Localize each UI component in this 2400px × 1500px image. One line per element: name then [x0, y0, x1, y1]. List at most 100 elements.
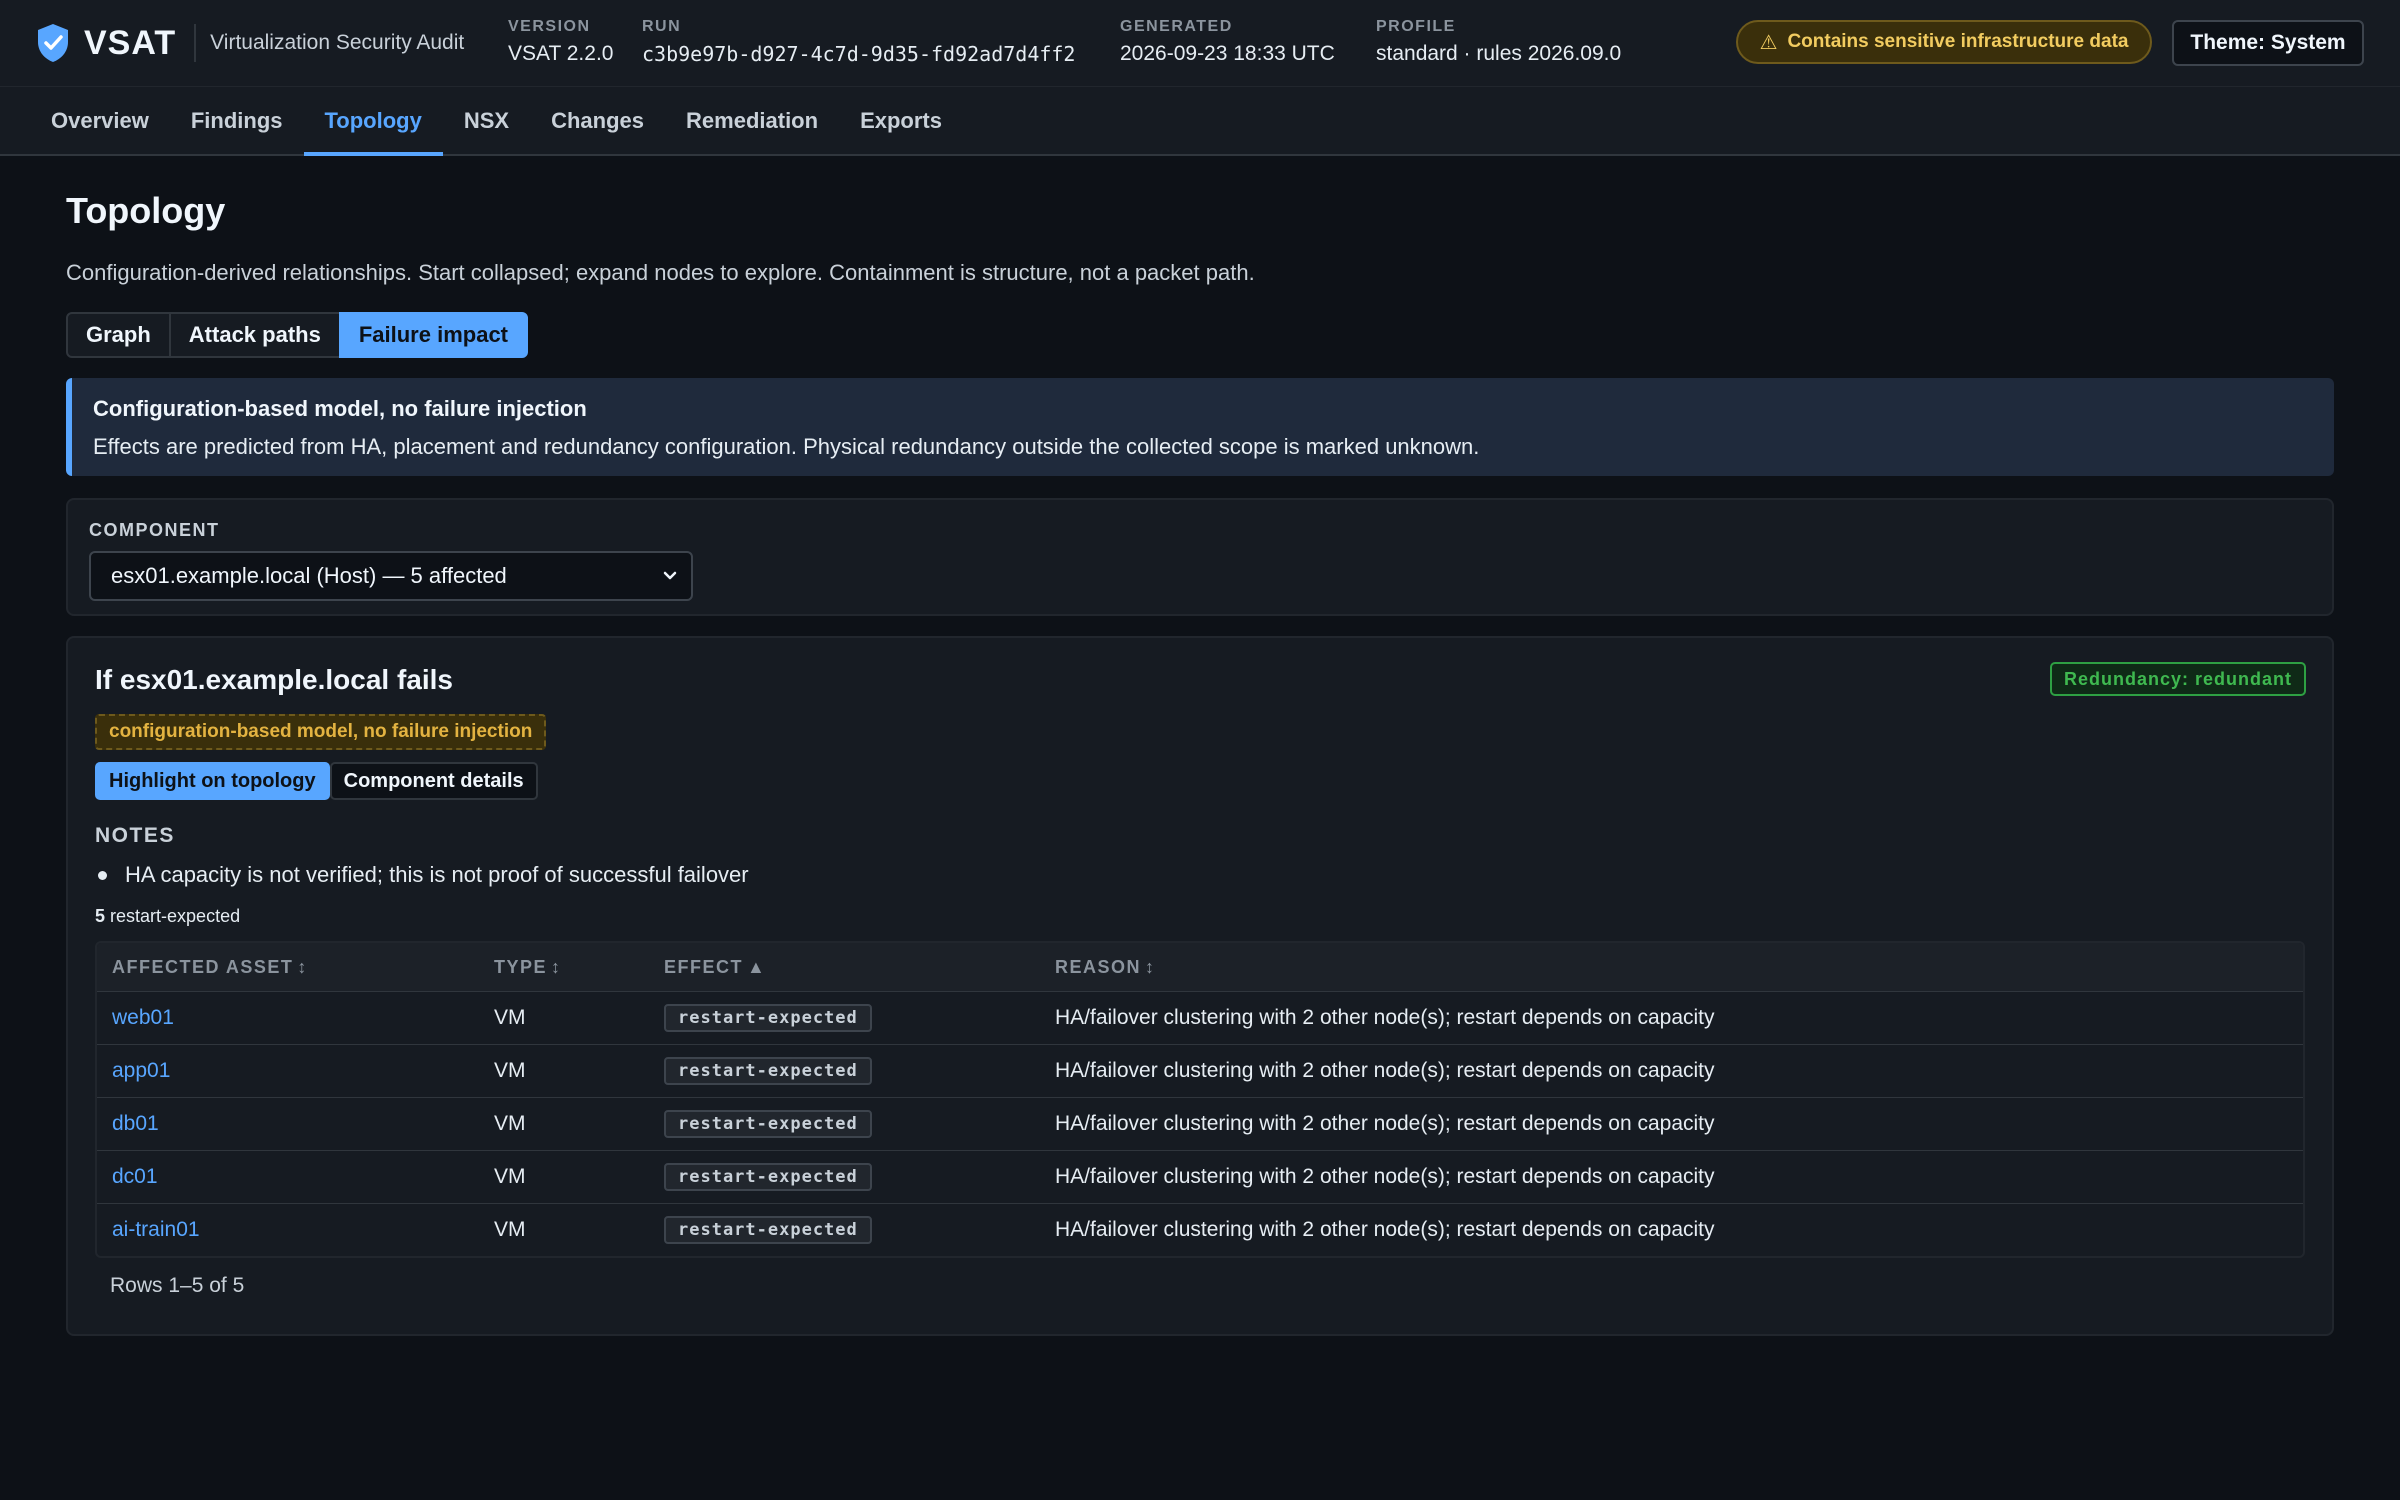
note-item: HA capacity is not verified; this is not…: [95, 862, 2305, 888]
page-title: Topology: [66, 190, 226, 231]
tab-topology[interactable]: Topology: [303, 87, 444, 156]
asset-type: VM: [494, 1112, 526, 1135]
reason-text: HA/failover clustering with 2 other node…: [1055, 1059, 1715, 1082]
table-header-row: AFFECTED ASSET ↕ TYPE ↕ EFFECT ▲ REASON ↕: [97, 943, 2303, 991]
brand-name: VSAT: [84, 23, 177, 62]
col-affected-asset-header[interactable]: AFFECTED ASSET ↕: [97, 957, 479, 978]
meta-generated-label: GENERATED: [1120, 18, 1233, 35]
result-actions: Highlight on topology Component details: [95, 762, 2305, 800]
app-header: VSAT Virtualization Security Audit VERSI…: [0, 0, 2400, 86]
affected-count-number: 5: [95, 906, 106, 926]
tab-exports[interactable]: Exports: [839, 87, 963, 154]
table-row: app01 VM restart-expected HA/failover cl…: [97, 1044, 2303, 1097]
asset-type: VM: [494, 1006, 526, 1029]
warning-triangle-icon: ⚠: [1759, 31, 1778, 54]
affected-count: 5 restart-expected: [95, 906, 2305, 927]
reason-text: HA/failover clustering with 2 other node…: [1055, 1112, 1715, 1135]
component-details-button[interactable]: Component details: [329, 762, 538, 800]
affected-count-text: restart-expected: [110, 906, 241, 926]
table-pagination-text: Rows 1–5 of 5: [110, 1274, 245, 1297]
sensitive-data-warning: ⚠ Contains sensitive infrastructure data: [1736, 20, 2152, 64]
effect-badge: restart-expected: [664, 1004, 872, 1032]
sensitive-data-warning-text: Contains sensitive infrastructure data: [1787, 31, 2129, 52]
view-failure-impact-button[interactable]: Failure impact: [338, 312, 528, 358]
highlight-on-topology-button[interactable]: Highlight on topology: [95, 762, 330, 800]
brand[interactable]: VSAT Virtualization Security Audit: [36, 23, 464, 63]
asset-link[interactable]: db01: [112, 1112, 159, 1135]
tab-nsx[interactable]: NSX: [443, 87, 530, 154]
effect-badge: restart-expected: [664, 1110, 872, 1138]
component-select[interactable]: esx01.example.local (Host) — 5 affected: [89, 551, 693, 601]
meta-run-value: c3b9e97b-d927-4c7d-9d35-fd92ad7d4ff2: [642, 42, 1076, 66]
asset-link[interactable]: ai-train01: [112, 1218, 200, 1241]
info-callout-text: Effects are predicted from HA, placement…: [93, 434, 1480, 459]
table-row: ai-train01 VM restart-expected HA/failov…: [97, 1203, 2303, 1256]
view-attack-paths-button[interactable]: Attack paths: [168, 312, 341, 358]
info-callout-title: Configuration-based model, no failure in…: [93, 396, 587, 421]
note-text: HA capacity is not verified; this is not…: [125, 862, 749, 887]
reason-text: HA/failover clustering with 2 other node…: [1055, 1165, 1715, 1188]
chevron-down-icon: [663, 571, 677, 580]
info-callout: Configuration-based model, no failure in…: [66, 378, 2334, 476]
col-reason-label: REASON: [1055, 956, 1142, 977]
sort-icon: ↕: [551, 956, 562, 977]
brand-divider: [194, 24, 197, 62]
effect-badge: restart-expected: [664, 1216, 872, 1244]
meta-profile-value: standard · rules 2026.09.0: [1376, 42, 1622, 65]
main-nav: Overview Findings Topology NSX Changes R…: [0, 86, 2400, 156]
result-title: If esx01.example.local fails: [95, 664, 453, 695]
tab-remediation[interactable]: Remediation: [665, 87, 839, 154]
meta-profile: PROFILE standard · rules 2026.09.0: [1376, 18, 1621, 66]
bullet-icon: [98, 870, 107, 880]
asset-type: VM: [494, 1218, 526, 1241]
component-label: COMPONENT: [89, 520, 220, 540]
table-row: dc01 VM restart-expected HA/failover clu…: [97, 1150, 2303, 1203]
failure-result-panel: If esx01.example.local fails Redundancy:…: [66, 636, 2334, 1336]
tab-findings[interactable]: Findings: [170, 87, 304, 154]
table-row: db01 VM restart-expected HA/failover clu…: [97, 1097, 2303, 1150]
notes-list: HA capacity is not verified; this is not…: [95, 862, 2305, 888]
meta-version-value: VSAT 2.2.0: [508, 42, 614, 65]
table-row: web01 VM restart-expected HA/failover cl…: [97, 991, 2303, 1044]
model-badge: configuration-based model, no failure in…: [95, 714, 547, 750]
meta-version: VERSION VSAT 2.2.0: [508, 18, 613, 66]
brand-subtitle: Virtualization Security Audit: [210, 31, 465, 54]
tab-overview[interactable]: Overview: [30, 87, 170, 154]
meta-generated-value: 2026-09-23 18:33 UTC: [1120, 42, 1335, 65]
view-switcher: Graph Attack paths Failure impact: [66, 312, 528, 358]
asset-link[interactable]: web01: [112, 1006, 174, 1029]
asset-type: VM: [494, 1059, 526, 1082]
col-affected-asset-label: AFFECTED ASSET: [112, 956, 294, 977]
main-content: Topology Configuration-derived relations…: [0, 156, 2400, 1336]
meta-version-label: VERSION: [508, 18, 591, 35]
col-effect-label: EFFECT: [664, 956, 743, 977]
page-description: Configuration-derived relationships. Sta…: [66, 260, 1255, 285]
theme-button[interactable]: Theme: System: [2172, 20, 2364, 66]
sort-icon: ↕: [297, 956, 308, 977]
shield-check-icon: [38, 24, 68, 62]
reason-text: HA/failover clustering with 2 other node…: [1055, 1218, 1715, 1241]
meta-run: RUN c3b9e97b-d927-4c7d-9d35-fd92ad7d4ff2: [642, 18, 1075, 66]
meta-generated: GENERATED 2026-09-23 18:33 UTC: [1120, 18, 1335, 66]
asset-link[interactable]: app01: [112, 1059, 170, 1082]
component-select-value: esx01.example.local (Host) — 5 affected: [111, 563, 507, 588]
effect-badge: restart-expected: [664, 1057, 872, 1085]
affected-assets-table: AFFECTED ASSET ↕ TYPE ↕ EFFECT ▲ REASON ↕ we…: [95, 941, 2305, 1258]
redundancy-badge: Redundancy: redundant: [2049, 662, 2306, 696]
col-reason-header[interactable]: REASON ↕: [1040, 957, 2303, 978]
asset-link[interactable]: dc01: [112, 1165, 158, 1188]
sort-ascending-icon: ▲: [747, 956, 767, 977]
asset-type: VM: [494, 1165, 526, 1188]
view-graph-button[interactable]: Graph: [66, 312, 171, 358]
notes-label: NOTES: [95, 824, 175, 847]
meta-run-label: RUN: [642, 18, 682, 35]
component-panel: COMPONENT esx01.example.local (Host) — 5…: [66, 498, 2334, 616]
col-type-header[interactable]: TYPE ↕: [479, 957, 649, 978]
col-effect-header[interactable]: EFFECT ▲: [649, 957, 1040, 978]
col-type-label: TYPE: [494, 956, 548, 977]
effect-badge: restart-expected: [664, 1163, 872, 1191]
reason-text: HA/failover clustering with 2 other node…: [1055, 1006, 1715, 1029]
tab-changes[interactable]: Changes: [530, 87, 665, 154]
sort-icon: ↕: [1145, 956, 1156, 977]
meta-profile-label: PROFILE: [1376, 18, 1456, 35]
